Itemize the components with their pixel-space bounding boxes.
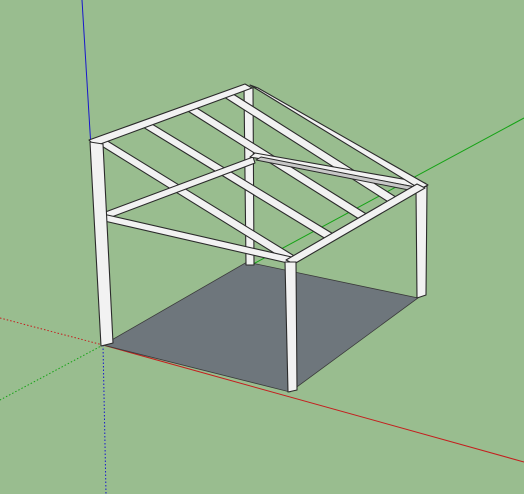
model-viewport[interactable]: [0, 0, 524, 494]
green-axis-negative: [0, 344, 104, 401]
3d-scene[interactable]: [0, 0, 524, 494]
front-left-post[interactable]: [89, 141, 114, 347]
back-right-post[interactable]: [415, 185, 428, 299]
floor-slab[interactable]: [101, 261, 419, 393]
blue-axis-negative: [102, 344, 107, 494]
axes: [0, 0, 524, 494]
red-axis-negative: [0, 317, 104, 346]
left-top-beam[interactable]: [99, 156, 256, 222]
